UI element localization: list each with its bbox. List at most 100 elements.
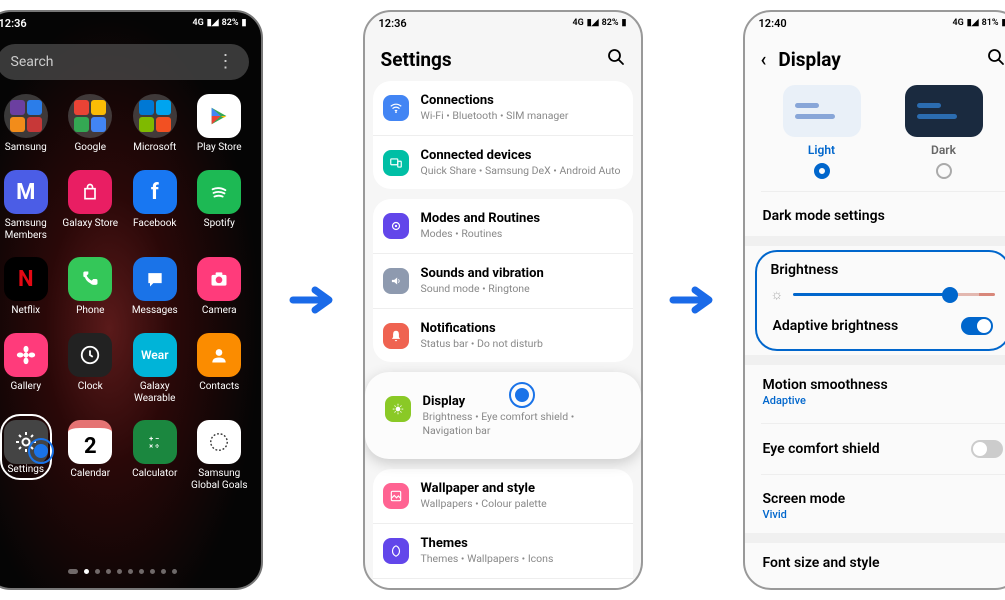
brightness-slider[interactable]: ☼ bbox=[771, 286, 995, 303]
status-bar: 12:40 4G ▮◢ 81% ▮ bbox=[745, 12, 1005, 34]
status-right: 4G ▮◢ 82% ▮ bbox=[192, 18, 246, 28]
row-sub: Wi-Fi • Bluetooth • SIM manager bbox=[421, 109, 623, 123]
phone-display: 12:40 4G ▮◢ 81% ▮ ‹ Display Light Dark D… bbox=[743, 10, 1005, 590]
battery-pct: 82% bbox=[222, 18, 239, 28]
app-play-store[interactable]: Play Store bbox=[190, 94, 249, 154]
app-label: Camera bbox=[202, 305, 237, 317]
app-google[interactable]: Google bbox=[61, 94, 120, 154]
app-label: Settings bbox=[4, 464, 48, 476]
settings-header: Settings bbox=[365, 34, 641, 81]
settings-row[interactable]: ConnectionsWi-Fi • Bluetooth • SIM manag… bbox=[373, 81, 633, 135]
app-icon bbox=[197, 420, 241, 464]
status-right: 4G ▮◢ 82% ▮ bbox=[572, 18, 626, 28]
status-bar: 12:36 4G ▮◢ 82% ▮ bbox=[365, 12, 641, 34]
app-icon: N bbox=[4, 257, 48, 301]
app-label: Google bbox=[74, 142, 106, 154]
settings-row[interactable]: NotificationsStatus bar • Do not disturb bbox=[373, 308, 633, 363]
status-time: 12:40 bbox=[759, 17, 787, 30]
adaptive-brightness-toggle[interactable] bbox=[961, 317, 993, 335]
net-type: 4G bbox=[192, 18, 203, 28]
app-icon bbox=[68, 170, 112, 214]
app-icon bbox=[197, 94, 241, 138]
row-sub: Themes • Wallpapers • Icons bbox=[421, 552, 623, 566]
settings-row[interactable]: Wallpaper and styleWallpapers • Colour p… bbox=[373, 469, 633, 523]
row-title: Themes bbox=[421, 536, 623, 551]
app-icon: 2 bbox=[68, 420, 112, 464]
app-icon: Wear bbox=[133, 333, 177, 377]
app-phone[interactable]: Phone bbox=[61, 257, 120, 317]
app-galaxy-wearable[interactable]: Wear Galaxy Wearable bbox=[126, 333, 185, 404]
eye-comfort-shield[interactable]: Eye comfort shield bbox=[745, 428, 1005, 470]
eye-comfort-toggle[interactable] bbox=[971, 440, 1003, 458]
adaptive-brightness-row[interactable]: Adaptive brightness bbox=[771, 303, 995, 335]
app-label: Galaxy Store bbox=[62, 218, 118, 230]
display-row-highlighted[interactable]: DisplayBrightness • Eye comfort shield •… bbox=[365, 372, 641, 459]
app-samsung-global-goals[interactable]: Samsung Global Goals bbox=[190, 420, 249, 491]
battery-pct: 82% bbox=[602, 18, 619, 28]
app-spotify[interactable]: Spotify bbox=[190, 170, 249, 241]
row-title: Modes and Routines bbox=[421, 211, 623, 226]
row-icon bbox=[383, 323, 409, 349]
search-icon[interactable] bbox=[607, 48, 625, 71]
screen-mode[interactable]: Screen mode Vivid bbox=[745, 479, 1005, 533]
row-title: Connected devices bbox=[421, 148, 623, 163]
back-icon[interactable]: ‹ bbox=[761, 48, 767, 71]
settings-card: Wallpaper and styleWallpapers • Colour p… bbox=[373, 469, 633, 588]
app-messages[interactable]: Messages bbox=[126, 257, 185, 317]
settings-row[interactable]: Home screenLayout • App icon badges bbox=[373, 578, 633, 588]
folder-icon bbox=[68, 94, 112, 138]
app-icon bbox=[197, 170, 241, 214]
row-icon bbox=[383, 213, 409, 239]
app-label: Gallery bbox=[10, 381, 41, 393]
settings-row[interactable]: Modes and RoutinesModes • Routines bbox=[373, 199, 633, 253]
app-label: Spotify bbox=[204, 218, 235, 230]
app-calendar[interactable]: 2Calendar bbox=[61, 420, 120, 491]
app-icon: M bbox=[4, 170, 48, 214]
settings-row[interactable]: Sounds and vibrationSound mode • Rington… bbox=[373, 253, 633, 308]
mode-light[interactable]: Light bbox=[783, 85, 861, 179]
search-bar[interactable]: Search ⋮ bbox=[0, 44, 249, 80]
dark-mode-settings[interactable]: Dark mode settings bbox=[745, 196, 1005, 236]
app-settings[interactable]: Settings bbox=[0, 420, 55, 491]
app-microsoft[interactable]: Microsoft bbox=[126, 94, 185, 154]
status-right: 4G ▮◢ 81% ▮ bbox=[952, 18, 1005, 28]
font-size-and-style[interactable]: Font size and style bbox=[745, 543, 1005, 583]
app-netflix[interactable]: NNetflix bbox=[0, 257, 55, 317]
more-icon[interactable]: ⋮ bbox=[217, 53, 235, 71]
settings-row[interactable]: ThemesThemes • Wallpapers • Icons bbox=[373, 523, 633, 578]
app-label: Calculator bbox=[132, 468, 177, 480]
app-calculator[interactable]: + −× ÷ Calculator bbox=[126, 420, 185, 491]
app-label: Galaxy Wearable bbox=[134, 381, 175, 404]
app-galaxy-store[interactable]: Galaxy Store bbox=[61, 170, 120, 241]
radio-dark[interactable] bbox=[936, 163, 952, 179]
dark-swatch bbox=[905, 85, 983, 137]
app-icon: + −× ÷ bbox=[133, 420, 177, 464]
app-samsung[interactable]: Samsung bbox=[0, 94, 55, 154]
row-sub: Wallpapers • Colour palette bbox=[421, 497, 623, 511]
settings-row[interactable]: Connected devicesQuick Share • Samsung D… bbox=[373, 135, 633, 190]
app-clock[interactable]: Clock bbox=[61, 333, 120, 404]
app-samsung-members[interactable]: MSamsung Members bbox=[0, 170, 55, 241]
signal-bars-icon: ▮◢ bbox=[587, 18, 599, 28]
status-time: 12:36 bbox=[0, 17, 27, 30]
light-swatch bbox=[783, 85, 861, 137]
motion-smoothness[interactable]: Motion smoothness Adaptive bbox=[745, 365, 1005, 419]
row-icon bbox=[383, 95, 409, 121]
app-camera[interactable]: Camera bbox=[190, 257, 249, 317]
app-facebook[interactable]: fFacebook bbox=[126, 170, 185, 241]
app-contacts[interactable]: Contacts bbox=[190, 333, 249, 404]
signal-bars-icon: ▮◢ bbox=[207, 18, 219, 28]
app-label: Messages bbox=[132, 305, 178, 317]
display-header: ‹ Display bbox=[745, 34, 1005, 81]
mode-dark[interactable]: Dark bbox=[905, 85, 983, 179]
status-time: 12:36 bbox=[379, 17, 407, 30]
phone-home: 12:36 4G ▮◢ 82% ▮ Search ⋮ Samsung Google… bbox=[0, 10, 263, 590]
app-icon bbox=[133, 257, 177, 301]
row-icon bbox=[383, 150, 409, 176]
search-icon[interactable] bbox=[987, 48, 1005, 71]
app-icon bbox=[68, 257, 112, 301]
app-gallery[interactable]: Gallery bbox=[0, 333, 55, 404]
page-dots[interactable] bbox=[0, 557, 261, 588]
app-label: Play Store bbox=[197, 142, 242, 154]
radio-light[interactable] bbox=[814, 163, 830, 179]
